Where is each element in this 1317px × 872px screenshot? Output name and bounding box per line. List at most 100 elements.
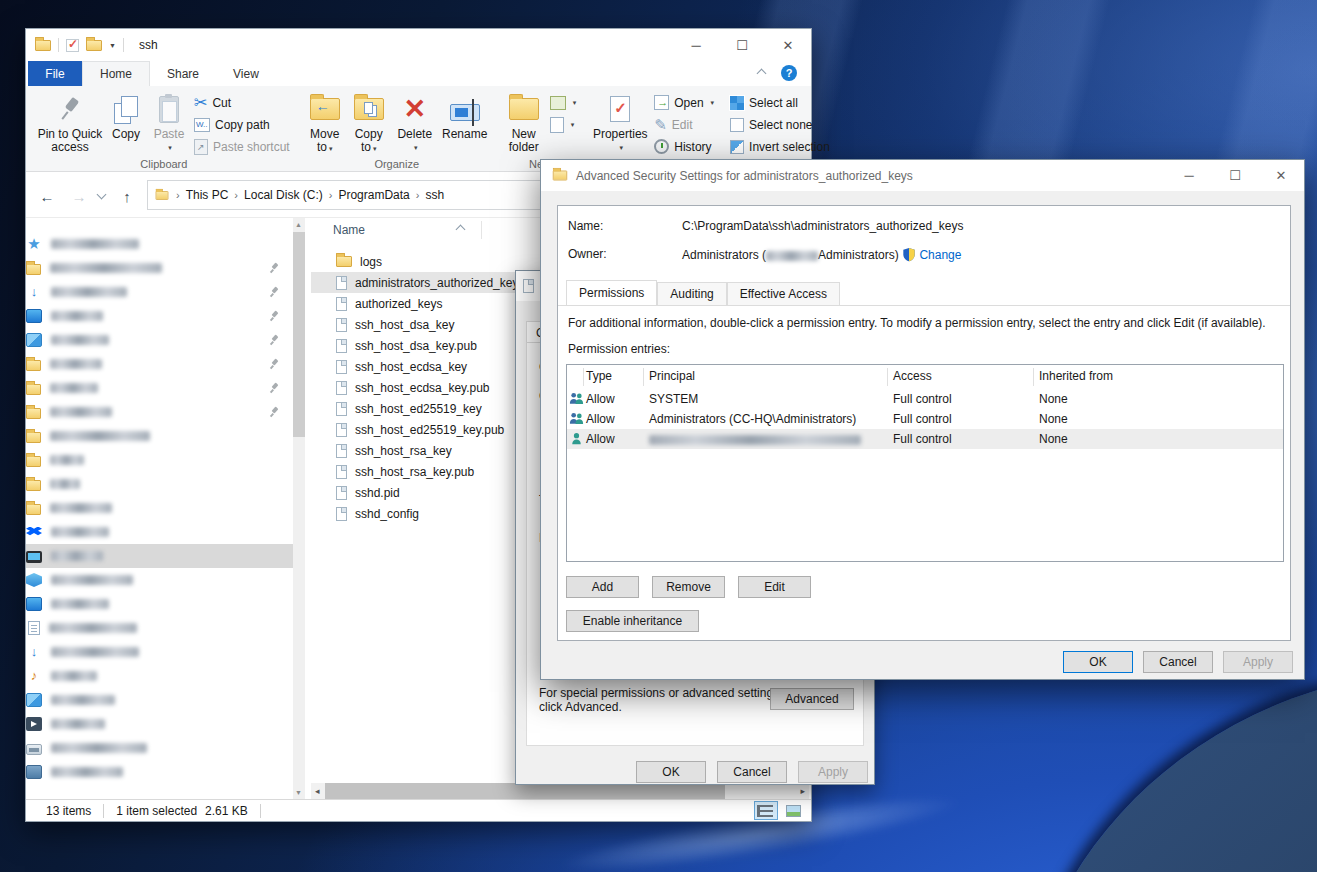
ribbon-collapse-icon[interactable] [757,68,767,78]
breadcrumb-programdata[interactable]: ProgramData [338,188,409,202]
nav-item[interactable] [26,592,293,616]
rename-button[interactable]: Rename [439,89,491,141]
tab-file[interactable]: File [28,61,82,86]
horizontal-scrollbar[interactable]: ◂ ▸ [311,783,809,799]
copy-to-button[interactable]: Copy to▾ [347,89,391,155]
scroll-up-arrow[interactable]: ▲ [295,221,302,228]
breadcrumb-local-disk[interactable]: Local Disk (C:) [244,188,323,202]
advanced-button[interactable]: Advanced [770,688,854,710]
column-principal[interactable]: Principal [649,369,695,383]
qat-properties-icon[interactable] [66,39,79,52]
invert-selection-button[interactable]: Invert selection [727,136,833,157]
advsec-cancel-button[interactable]: Cancel [1143,651,1213,673]
nav-item[interactable] [26,328,293,352]
nav-scrollbar[interactable]: ▲ ▼ [293,218,305,799]
nav-item[interactable] [26,400,293,424]
nav-item[interactable] [26,376,293,400]
delete-button[interactable]: ✕ Delete ▾ [391,89,439,154]
nav-item[interactable]: ★ [26,232,293,256]
column-header-name[interactable]: Name [333,223,365,237]
horizontal-scrollbar-thumb[interactable] [325,783,725,799]
tab-effective-access[interactable]: Effective Access [727,282,840,305]
nav-item[interactable] [26,544,293,568]
nav-item[interactable] [26,424,293,448]
history-button[interactable]: History [651,136,717,157]
nav-item[interactable]: ↓ [26,280,293,304]
nav-item[interactable] [26,472,293,496]
permission-row-user[interactable]: Allow Full control None [567,429,1283,449]
tab-view[interactable]: View [216,61,276,86]
move-to-button[interactable]: ← Move to▾ [303,89,347,155]
advsec-minimize-button[interactable]: ─ [1166,160,1212,191]
select-none-button[interactable]: Select none [727,114,833,135]
column-type[interactable]: Type [586,369,612,383]
nav-item[interactable]: ↓ [26,640,293,664]
properties-ok-button[interactable]: OK [636,761,706,783]
easy-access-button[interactable]: ▾ [547,92,580,113]
forward-button[interactable]: → [66,183,92,209]
minimize-button[interactable]: ─ [673,29,719,61]
advsec-ok-button[interactable]: OK [1063,651,1133,673]
tab-home[interactable]: Home [82,61,150,86]
nav-item[interactable] [26,496,293,520]
paste-button[interactable]: Paste ▾ [147,89,191,154]
nav-item[interactable] [26,568,293,592]
edit-button[interactable]: Edit [738,576,811,598]
details-view-button[interactable] [754,801,778,820]
nav-item[interactable] [26,616,293,640]
nav-item[interactable] [26,688,293,712]
cut-button[interactable]: ✂ Cut [191,92,293,113]
advsec-close-button[interactable]: ✕ [1258,160,1304,191]
new-folder-button[interactable]: New folder [501,89,547,154]
permission-row-system[interactable]: Allow SYSTEM Full control None [567,389,1283,409]
paste-shortcut-button[interactable]: Paste shortcut [191,136,293,157]
nav-item[interactable] [26,304,293,328]
nav-scrollbar-thumb[interactable] [293,232,305,437]
up-button[interactable]: ↑ [114,183,140,209]
advsec-maximize-button[interactable]: ☐ [1212,160,1258,191]
nav-item[interactable] [26,736,293,760]
recent-locations-chevron[interactable] [92,183,110,209]
scroll-right-arrow[interactable]: ▸ [800,786,805,796]
enable-inheritance-button[interactable]: Enable inheritance [566,610,699,632]
open-button[interactable]: Open▾ [651,92,717,113]
qat-customize-chevron-icon[interactable]: ▼ [109,42,116,49]
pin-to-quick-access-button[interactable]: Pin to Quick access [35,89,105,154]
properties-cancel-button[interactable]: Cancel [717,761,787,783]
nav-item[interactable] [26,520,293,544]
column-inherited-from[interactable]: Inherited from [1039,369,1113,383]
qat-newfolder-icon[interactable] [86,40,102,51]
thumbnail-view-button[interactable] [781,801,805,820]
back-button[interactable]: ← [34,183,60,209]
edit-button[interactable]: ✎ Edit [651,114,717,135]
tab-permissions[interactable]: Permissions [566,280,657,305]
maximize-button[interactable]: ☐ [719,29,765,61]
nav-item[interactable] [26,760,293,784]
nav-item[interactable] [26,448,293,472]
advsec-apply-button[interactable]: Apply [1223,651,1293,673]
tab-auditing[interactable]: Auditing [657,282,726,305]
scroll-left-arrow[interactable]: ◂ [315,786,320,796]
help-icon[interactable]: ? [781,65,797,81]
properties-apply-button[interactable]: Apply [798,761,868,783]
nav-item[interactable] [26,256,293,280]
column-access[interactable]: Access [893,369,932,383]
nav-item[interactable] [26,352,293,376]
properties-button[interactable]: Properties ▾ [589,89,651,154]
add-button[interactable]: Add [566,576,639,598]
copy-button[interactable]: Copy [105,89,147,141]
breadcrumb-this-pc[interactable]: This PC [186,188,229,202]
nav-item[interactable] [26,712,293,736]
tab-share[interactable]: Share [150,61,216,86]
remove-button[interactable]: Remove [652,576,725,598]
breadcrumb-ssh[interactable]: ssh [425,188,444,202]
select-all-button[interactable]: Select all [727,92,833,113]
close-button[interactable]: ✕ [765,29,811,61]
scroll-down-arrow[interactable]: ▼ [295,789,302,796]
permission-row-administrators[interactable]: Allow Administrators (CC-HQ\Administrato… [567,409,1283,429]
column-divider[interactable] [481,221,482,239]
new-item-button[interactable]: ▾ [547,114,580,135]
nav-item[interactable]: ♪ [26,664,293,688]
change-owner-link[interactable]: Change [919,248,961,262]
copy-path-button[interactable]: Copy path [191,114,293,135]
